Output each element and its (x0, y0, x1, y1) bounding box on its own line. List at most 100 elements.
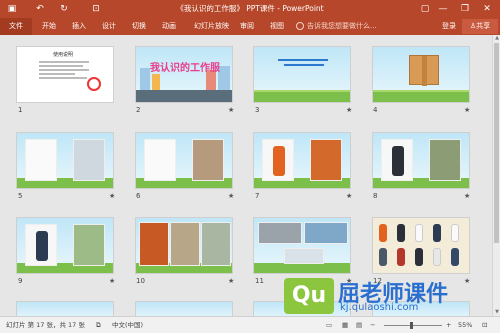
traffic-police-uniform-photo (25, 224, 57, 266)
slide-thumbnail-13[interactable] (16, 301, 114, 316)
slide-thumbnail-1[interactable]: 使用说明 (16, 46, 114, 103)
sky-background (17, 302, 113, 316)
slide-2-title: 我认识的工作服 (150, 63, 220, 74)
zoom-level[interactable]: 55% (458, 321, 472, 330)
transition-star-icon: ★ (109, 192, 116, 200)
slide-thumbnail-9[interactable] (16, 217, 114, 274)
kitchen-scene-photo (170, 222, 200, 266)
slide-number-9: 9 (18, 277, 23, 285)
undo-icon[interactable]: ↶ (34, 3, 46, 15)
title-bar: ▣ ↶ ↻ ⊡ 《我认识的工作服》 PPT课件 - PowerPoint ▢ —… (0, 0, 500, 18)
fit-window-icon[interactable]: ⊡ (482, 321, 487, 330)
share-button[interactable]: ♙共享 (462, 19, 498, 34)
uniform-figure (451, 248, 459, 266)
text-line (39, 69, 89, 71)
redo-icon[interactable]: ↻ (58, 3, 70, 15)
slide-thumbnail-14[interactable] (135, 301, 233, 316)
watermark: Qu 屈老师课件 kj.qulaoshi.com (284, 278, 500, 316)
firefighter-suit-photo (262, 139, 294, 181)
street-photo (304, 222, 348, 244)
hospital-scene-photo (201, 222, 231, 266)
slide-thumbnail-2[interactable]: 我认识的工作服 (135, 46, 233, 103)
uniform-figure (415, 224, 423, 242)
tab-view[interactable]: 视图 (270, 20, 284, 33)
maximize-button[interactable]: ❐ (458, 2, 472, 16)
ribbon-display-button[interactable]: ▢ (418, 2, 432, 16)
slide-number-8: 8 (373, 192, 378, 200)
text-line (39, 73, 75, 75)
doctor-photo (73, 139, 105, 181)
zoom-out-icon[interactable]: − (370, 321, 375, 330)
tab-animations[interactable]: 动画 (162, 20, 176, 33)
tell-me-box[interactable]: 告诉我您想要做什么... (296, 20, 377, 33)
traffic-police-photo (73, 224, 105, 266)
reading-view-icon[interactable]: ▤ (356, 321, 362, 330)
slide-count: 幻灯片 第 17 张，共 17 张 (6, 321, 85, 329)
login-button[interactable]: 登录 (442, 20, 456, 33)
ribbon-tabs: 文件 开始 插入 设计 切换 动画 幻灯片放映 审阅 视图 告诉我您想要做什么.… (0, 18, 500, 35)
slide-number-11: 11 (255, 277, 264, 285)
vertical-scrollbar[interactable]: ▲ ▼ (492, 35, 500, 316)
slide-thumbnail-8[interactable] (372, 132, 470, 189)
transition-star-icon: ★ (109, 277, 116, 285)
slide-thumbnail-7[interactable] (253, 132, 351, 189)
uniform-figure (415, 248, 423, 266)
scrollbar-thumb[interactable] (494, 43, 499, 243)
slide-number-2: 2 (136, 106, 141, 114)
text-line (284, 64, 324, 66)
tab-slideshow[interactable]: 幻灯片放映 (194, 20, 229, 33)
slide-number-1: 1 (18, 106, 23, 114)
tab-design[interactable]: 设计 (102, 20, 116, 33)
slide-sorter-view-icon[interactable]: ▦ (342, 321, 348, 330)
slide-thumbnail-5[interactable] (16, 132, 114, 189)
watermark-url: kj.qulaoshi.com (340, 302, 419, 313)
slide-number-7: 7 (255, 192, 260, 200)
scene-photo (284, 248, 324, 264)
transition-star-icon: ★ (346, 192, 353, 200)
firefighter-suit (273, 146, 285, 176)
zoom-in-icon[interactable]: + (446, 321, 451, 330)
tab-home[interactable]: 开始 (42, 20, 56, 33)
normal-view-icon[interactable]: ▭ (326, 321, 332, 330)
zoom-slider[interactable] (384, 325, 442, 326)
tab-review[interactable]: 审阅 (240, 20, 254, 33)
minimize-button[interactable]: — (436, 2, 450, 16)
text-line (278, 59, 328, 61)
present-icon[interactable]: ⊡ (90, 3, 102, 15)
office-photo (258, 222, 302, 244)
tab-file[interactable]: 文件 (0, 18, 32, 35)
firefighter-photo (310, 139, 342, 181)
transition-star-icon: ★ (228, 192, 235, 200)
slide-thumbnail-3[interactable] (253, 46, 351, 103)
scroll-up-icon[interactable]: ▲ (493, 35, 500, 42)
white-coat-photo (25, 139, 57, 181)
box-tape (422, 56, 427, 86)
traffic-uniform (36, 231, 48, 261)
share-label: 共享 (476, 22, 491, 30)
chef-photo (192, 139, 224, 181)
transition-star-icon: ★ (228, 106, 235, 114)
sky-background (136, 302, 232, 316)
text-line (39, 61, 89, 63)
grass (254, 263, 350, 273)
language[interactable]: 中文(中国) (112, 321, 143, 330)
slide-thumbnail-12[interactable] (372, 217, 470, 274)
slide-thumbnail-6[interactable] (135, 132, 233, 189)
grass (254, 92, 350, 102)
text-line (39, 65, 83, 67)
close-button[interactable]: ✕ (480, 2, 494, 16)
slide-number-3: 3 (255, 106, 260, 114)
seal-stamp (87, 77, 101, 91)
slide-thumbnail-4[interactable] (372, 46, 470, 103)
spellcheck-icon[interactable]: ⧉ (96, 321, 101, 330)
save-icon[interactable]: ▣ (6, 3, 18, 15)
zoom-slider-thumb[interactable] (410, 322, 413, 329)
slide-thumbnail-10[interactable] (135, 217, 233, 274)
uniform-figure (451, 224, 459, 242)
tab-insert[interactable]: 插入 (72, 20, 86, 33)
watermark-logo: Qu (284, 278, 334, 314)
slide-thumbnail-11[interactable] (253, 217, 351, 274)
window-title: 《我认识的工作服》 PPT课件 - PowerPoint (176, 4, 324, 13)
grass (373, 92, 469, 102)
tab-transitions[interactable]: 切换 (132, 20, 146, 33)
